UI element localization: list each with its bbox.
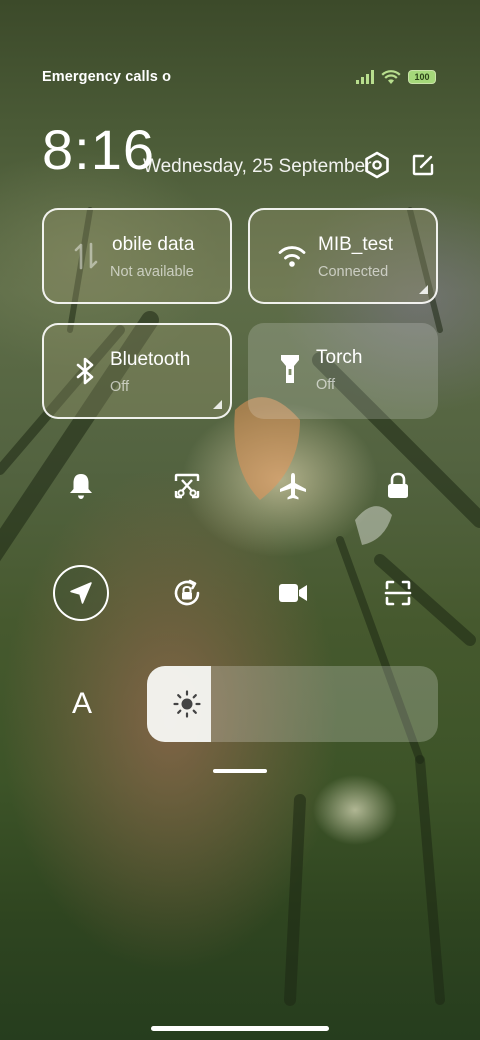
flashlight-icon	[272, 351, 308, 387]
clock-time: 8:16	[42, 118, 155, 181]
torch-status: Off	[316, 377, 336, 393]
mobile-data-tile[interactable]: obile data Not available	[42, 208, 232, 304]
toggle-screenshot[interactable]	[159, 458, 215, 514]
settings-hexagon-icon	[365, 151, 389, 179]
edit-button[interactable]	[408, 150, 438, 180]
settings-button[interactable]	[362, 150, 392, 180]
toggle-notifications[interactable]	[53, 458, 109, 514]
bluetooth-icon	[68, 353, 104, 389]
wifi-icon	[274, 238, 310, 274]
emergency-calls-label: Emergency calls o	[42, 69, 172, 85]
status-bar: Emergency calls o 100	[42, 64, 436, 90]
wifi-network-name: MIB_test	[318, 234, 393, 255]
bluetooth-tile[interactable]: Bluetooth Off	[42, 323, 232, 419]
torch-tile[interactable]: Torch Off	[248, 323, 438, 419]
panel-drag-handle[interactable]	[213, 769, 267, 773]
scan-frame-icon	[384, 580, 412, 606]
battery-icon: 100	[408, 70, 436, 84]
sun-icon	[169, 686, 205, 722]
brightness-slider[interactable]	[147, 666, 438, 742]
toggle-scanner[interactable]	[370, 565, 426, 621]
mobile-data-status: Not available	[110, 264, 194, 280]
edit-icon	[412, 154, 434, 176]
video-camera-icon	[279, 584, 307, 602]
mobile-data-title: obile data	[112, 234, 195, 255]
airplane-icon	[280, 473, 306, 500]
wifi-tile[interactable]: MIB_test Connected	[248, 208, 438, 304]
lock-icon	[388, 472, 408, 498]
toggle-screen-recorder[interactable]	[265, 565, 321, 621]
wifi-status: Connected	[318, 264, 389, 280]
scissors-screenshot-icon	[174, 473, 200, 499]
home-indicator[interactable]	[151, 1026, 329, 1031]
torch-title: Torch	[316, 347, 363, 368]
status-icons: 100	[356, 69, 436, 85]
bluetooth-title: Bluetooth	[110, 349, 191, 370]
toggle-location[interactable]	[53, 565, 109, 621]
toggle-lock-screen[interactable]	[370, 458, 426, 514]
bluetooth-status: Off	[110, 379, 130, 395]
font-size-button[interactable]: A	[62, 684, 102, 724]
location-arrow-icon	[70, 582, 92, 604]
toggle-airplane-mode[interactable]	[265, 458, 321, 514]
wifi-icon	[381, 69, 401, 84]
date-label: Wednesday, 25 September	[143, 156, 372, 177]
wifi-expand-corner-icon[interactable]	[419, 285, 428, 294]
bluetooth-expand-corner-icon[interactable]	[213, 400, 222, 409]
battery-level: 100	[414, 71, 430, 82]
toggle-rotation-lock[interactable]	[159, 565, 215, 621]
bell-icon	[70, 474, 92, 499]
rotation-lock-icon	[174, 579, 200, 606]
signal-bars-icon	[356, 70, 374, 84]
mobile-data-arrows-icon	[68, 238, 104, 274]
